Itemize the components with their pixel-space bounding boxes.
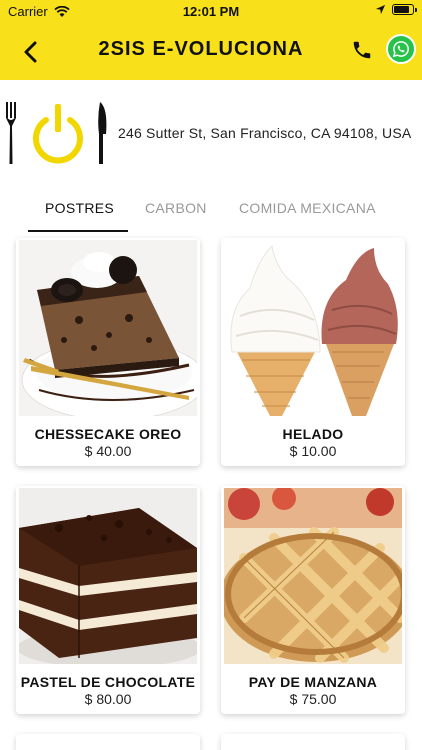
ice-cream-cones-image bbox=[224, 240, 402, 416]
page-title: 2SIS E-VOLUCIONA bbox=[98, 38, 304, 60]
restaurant-address: 246 Sutter St, San Francisco, CA 94108, … bbox=[118, 125, 412, 141]
battery-icon bbox=[392, 4, 417, 15]
product-card-partial[interactable] bbox=[221, 734, 405, 750]
chocolate-cake-image bbox=[19, 488, 197, 664]
active-tab-indicator bbox=[28, 230, 128, 232]
product-card-partial[interactable] bbox=[16, 734, 200, 750]
tab-comida-mexicana[interactable]: COMIDA MEXICANA bbox=[239, 200, 376, 216]
call-button[interactable] bbox=[348, 36, 376, 64]
category-tabs: POSTRES CARBON COMIDA MEXICANA bbox=[0, 192, 422, 234]
apple-pie-image bbox=[224, 488, 402, 664]
tab-carbon[interactable]: CARBON bbox=[145, 200, 207, 216]
product-name: CHESSECAKE OREO bbox=[34, 426, 182, 442]
product-name: PASTEL DE CHOCOLATE bbox=[20, 674, 196, 690]
top-bar: Carrier 12:01 PM 2SIS E-VOLUCIONA bbox=[0, 0, 422, 80]
product-card[interactable]: CHESSECAKE OREO $ 40.00 bbox=[16, 238, 200, 466]
product-card[interactable]: PAY DE MANZANA $ 75.00 bbox=[221, 486, 405, 714]
product-price: $ 75.00 bbox=[289, 691, 337, 707]
phone-icon bbox=[353, 41, 371, 59]
power-icon bbox=[33, 104, 83, 164]
restaurant-info: 246 Sutter St, San Francisco, CA 94108, … bbox=[0, 88, 422, 178]
whatsapp-button[interactable] bbox=[386, 34, 416, 64]
product-grid: CHESSECAKE OREO $ 40.00 HELADO $ 10.00 P… bbox=[0, 234, 422, 750]
app-header: 2SIS E-VOLUCIONA bbox=[0, 24, 422, 78]
product-price: $ 10.00 bbox=[289, 443, 337, 459]
tab-postres[interactable]: POSTRES bbox=[45, 200, 114, 216]
status-right bbox=[375, 4, 417, 15]
product-card[interactable]: HELADO $ 10.00 bbox=[221, 238, 405, 466]
product-price: $ 80.00 bbox=[84, 691, 132, 707]
fork-power-knife-logo bbox=[6, 102, 107, 164]
status-time: 12:01 PM bbox=[182, 4, 240, 19]
product-name: PAY DE MANZANA bbox=[248, 674, 378, 690]
status-bar: Carrier 12:01 PM bbox=[0, 0, 422, 24]
fork-icon bbox=[6, 102, 16, 164]
oreo-cheesecake-image bbox=[19, 240, 197, 416]
product-name: HELADO bbox=[282, 426, 344, 442]
location-arrow-icon bbox=[375, 4, 386, 15]
product-card[interactable]: PASTEL DE CHOCOLATE $ 80.00 bbox=[16, 486, 200, 714]
back-button[interactable] bbox=[12, 34, 48, 70]
chevron-left-icon bbox=[24, 41, 37, 63]
whatsapp-icon bbox=[392, 41, 409, 58]
product-price: $ 40.00 bbox=[84, 443, 132, 459]
knife-icon bbox=[98, 102, 107, 164]
battery-fill bbox=[394, 6, 410, 13]
